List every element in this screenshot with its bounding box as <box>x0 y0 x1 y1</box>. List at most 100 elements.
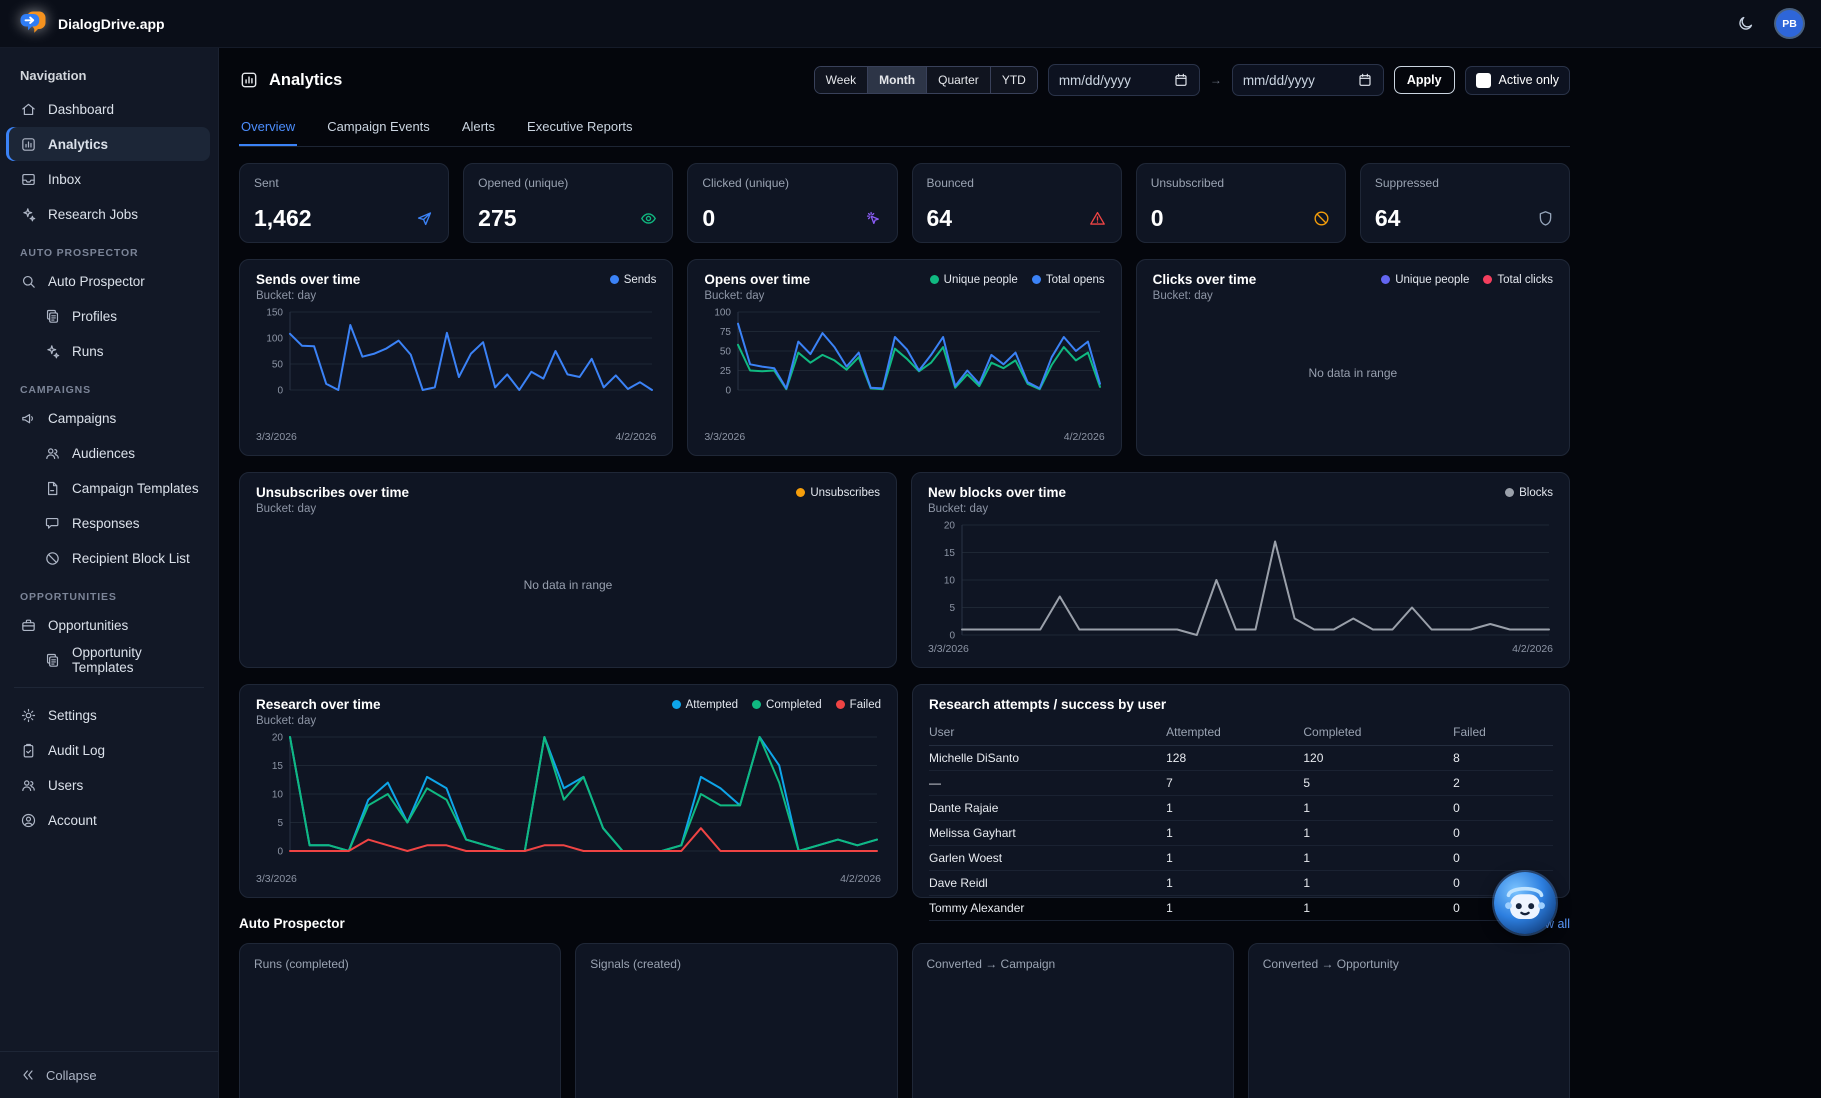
legend-dot <box>930 275 939 284</box>
table-cell: 0 <box>1453 796 1553 821</box>
users-icon <box>20 777 37 794</box>
eye-icon <box>639 209 658 228</box>
chart-plot: 050100150 <box>256 308 656 394</box>
apply-button[interactable]: Apply <box>1394 66 1455 94</box>
users-icon <box>44 445 61 462</box>
opens-over-time-card: Opens over timeBucket: dayUnique peopleT… <box>687 259 1121 456</box>
stat-label: Clicked (unique) <box>702 176 882 190</box>
x-end-label: 4/2/2026 <box>1064 431 1105 443</box>
line-chart-svg: 050100150 <box>256 308 656 394</box>
svg-text:10: 10 <box>944 576 956 587</box>
svg-text:50: 50 <box>720 347 732 358</box>
table-cell: 1 <box>1303 796 1453 821</box>
range-option-ytd[interactable]: YTD <box>991 67 1037 93</box>
svg-text:0: 0 <box>726 386 732 395</box>
x-start-label: 3/3/2026 <box>256 431 297 443</box>
card-label: Runs (completed) <box>254 957 349 971</box>
chart-title: Clicks over time <box>1153 272 1257 287</box>
sidebar-nav-label: Navigation <box>0 58 218 91</box>
search-icon <box>20 273 37 290</box>
range-option-quarter[interactable]: Quarter <box>927 67 991 93</box>
research-table: UserAttemptedCompletedFailedMichelle DiS… <box>929 718 1553 921</box>
table-header-completed: Completed <box>1303 718 1453 746</box>
sidebar-item-account[interactable]: Account <box>6 803 210 837</box>
collapse-sidebar-button[interactable]: Collapse <box>0 1051 218 1098</box>
chart-x-range: 3/3/20264/2/2026 <box>256 431 656 443</box>
svg-text:150: 150 <box>266 308 283 319</box>
user-avatar[interactable]: PB <box>1776 10 1803 37</box>
copy-icon <box>44 308 61 325</box>
sidebar-item-opportunity-templates[interactable]: Opportunity Templates <box>6 643 210 677</box>
sidebar-item-campaigns[interactable]: Campaigns <box>6 401 210 435</box>
sidebar-item-dashboard[interactable]: Dashboard <box>6 92 210 126</box>
calendar-icon <box>1357 72 1373 88</box>
card-label: Converted → Campaign <box>927 957 1056 971</box>
sidebar-item-label: Profiles <box>72 309 117 324</box>
assistant-robot-avatar[interactable] <box>1494 872 1556 934</box>
svg-text:25: 25 <box>720 366 732 377</box>
unsubscribes-over-time-card: Unsubscribes over timeBucket: dayUnsubsc… <box>239 472 897 668</box>
tab-executive-reports[interactable]: Executive Reports <box>525 110 635 146</box>
table-cell: 0 <box>1453 846 1553 871</box>
click-icon <box>864 209 883 228</box>
table-cell: Dave Reidl <box>929 871 1166 896</box>
svg-text:10: 10 <box>272 790 284 801</box>
sidebar-item-responses[interactable]: Responses <box>6 506 210 540</box>
tab-overview[interactable]: Overview <box>239 110 297 146</box>
svg-text:0: 0 <box>949 631 955 640</box>
chart-subtitle: Bucket: day <box>928 503 1066 515</box>
active-only-toggle[interactable]: Active only <box>1465 66 1570 95</box>
sidebar-item-users[interactable]: Users <box>6 768 210 802</box>
sidebar-item-analytics[interactable]: Analytics <box>6 127 210 161</box>
sidebar-item-runs[interactable]: Runs <box>6 334 210 368</box>
sidebar-item-settings[interactable]: Settings <box>6 698 210 732</box>
range-option-month[interactable]: Month <box>868 67 927 93</box>
active-only-checkbox[interactable] <box>1476 73 1491 88</box>
sidebar-section-campaigns: CAMPAIGNS <box>20 384 218 396</box>
svg-text:20: 20 <box>272 733 284 744</box>
sidebar-item-auto-prospector[interactable]: Auto Prospector <box>6 264 210 298</box>
stat-value: 64 <box>927 207 953 230</box>
svg-text:20: 20 <box>944 521 956 532</box>
inbox-icon <box>20 171 37 188</box>
dark-mode-toggle[interactable] <box>1730 9 1760 39</box>
sidebar-item-audit-log[interactable]: Audit Log <box>6 733 210 767</box>
stat-value: 0 <box>1151 207 1164 230</box>
tab-campaign-events[interactable]: Campaign Events <box>325 110 432 146</box>
sidebar-item-recipient-block-list[interactable]: Recipient Block List <box>6 541 210 575</box>
chart-x-range: 3/3/20264/2/2026 <box>704 431 1104 443</box>
svg-text:50: 50 <box>272 360 284 371</box>
home-icon <box>20 101 37 118</box>
sidebar-item-label: Dashboard <box>48 102 114 117</box>
x-start-label: 3/3/2026 <box>928 643 969 655</box>
stat-card-suppressed: Suppressed64 <box>1360 163 1570 243</box>
table-cell: Tommy Alexander <box>929 896 1166 921</box>
sidebar-item-opportunities[interactable]: Opportunities <box>6 608 210 642</box>
sidebar-item-profiles[interactable]: Profiles <box>6 299 210 333</box>
legend-dot <box>610 275 619 284</box>
card-label: Converted → Opportunity <box>1263 957 1399 971</box>
no-data-text: No data in range <box>256 515 880 655</box>
date-from-input[interactable]: mm/dd/yyyy <box>1048 64 1200 96</box>
table-cell: 128 <box>1166 746 1303 771</box>
legend-dot <box>1483 275 1492 284</box>
table-header-failed: Failed <box>1453 718 1553 746</box>
range-option-week[interactable]: Week <box>815 67 868 93</box>
briefcase-icon <box>20 617 37 634</box>
sidebar-item-inbox[interactable]: Inbox <box>6 162 210 196</box>
sidebar-item-research-jobs[interactable]: Research Jobs <box>6 197 210 231</box>
table-cell: 1 <box>1166 871 1303 896</box>
legend-dot <box>672 700 681 709</box>
tab-alerts[interactable]: Alerts <box>460 110 497 146</box>
sidebar-item-audiences[interactable]: Audiences <box>6 436 210 470</box>
svg-text:5: 5 <box>949 603 955 614</box>
legend-dot <box>1381 275 1390 284</box>
line-chart-svg: 0255075100 <box>704 308 1104 394</box>
sidebar-item-label: Audiences <box>72 446 135 461</box>
sidebar-item-campaign-templates[interactable]: Campaign Templates <box>6 471 210 505</box>
sends-over-time-card: Sends over timeBucket: daySends050100150… <box>239 259 673 456</box>
date-to-input[interactable]: mm/dd/yyyy <box>1232 64 1384 96</box>
svg-text:75: 75 <box>720 327 732 338</box>
table-cell: 1 <box>1166 896 1303 921</box>
auto-prospector-card-runs-completed: Runs (completed) <box>239 943 561 1098</box>
